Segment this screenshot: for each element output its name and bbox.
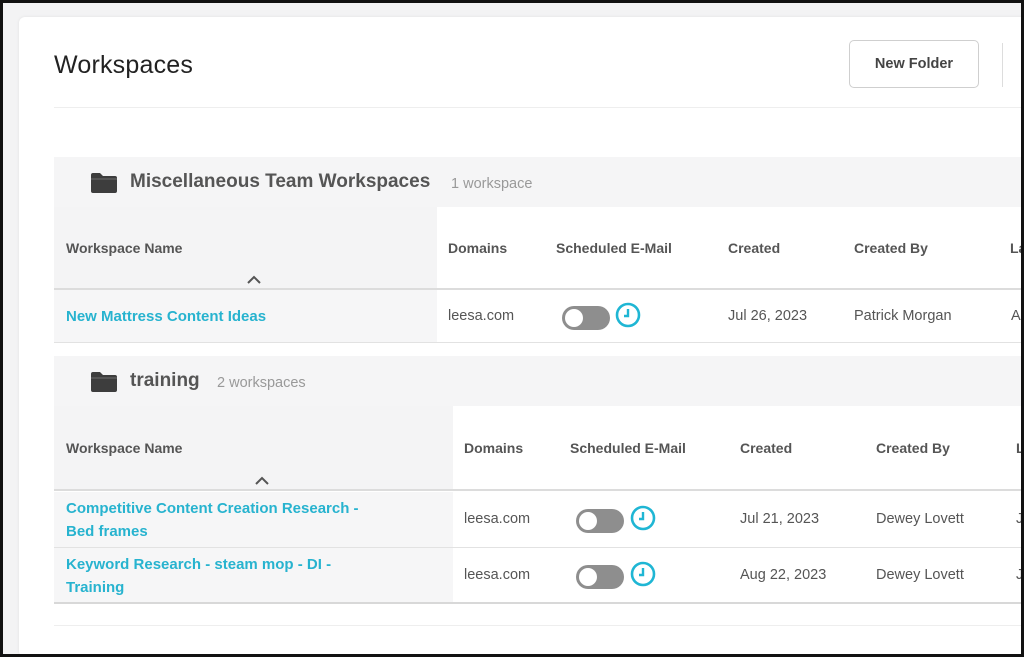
schedule-clock-icon[interactable]	[630, 505, 656, 531]
sort-ascending-icon[interactable]	[255, 476, 269, 485]
workspace-link-line2[interactable]: Training	[66, 579, 124, 596]
col-created-by[interactable]: Created By	[854, 240, 928, 256]
created-by-cell: Patrick Morgan	[854, 308, 952, 324]
domain-cell: leesa.com	[464, 567, 531, 583]
col-scheduled-email[interactable]: Scheduled E-Mail	[556, 240, 672, 256]
created-date-cell: Jul 26, 2023	[728, 308, 808, 324]
table-row: Keyword Research - steam mop - DI - Train…	[54, 548, 1021, 604]
workspace-link-line2[interactable]: Bed frames	[66, 523, 148, 540]
col-domains[interactable]: Domains	[448, 240, 507, 256]
folder-miscellaneous-team-workspaces: Miscellaneous Team Workspaces 1 workspac…	[54, 157, 1021, 344]
folder-count: 1 workspace	[451, 176, 533, 192]
folder-header[interactable]: Miscellaneous Team Workspaces 1 workspac…	[54, 157, 1021, 207]
new-folder-button[interactable]: New Folder	[849, 40, 979, 88]
sort-ascending-icon[interactable]	[247, 275, 261, 284]
folder-name: training	[130, 370, 200, 391]
created-by-cell: Dewey Lovett	[876, 511, 964, 527]
workspace-link[interactable]: Keyword Research - steam mop - DI - Train…	[66, 553, 331, 599]
domain-cell: leesa.com	[464, 511, 531, 527]
toolbar-divider	[1002, 43, 1003, 87]
page-title: Workspaces	[54, 51, 194, 79]
table-row: Competitive Content Creation Research - B…	[54, 492, 1021, 548]
col-scheduled-email[interactable]: Scheduled E-Mail	[570, 440, 686, 456]
schedule-clock-icon[interactable]	[615, 302, 641, 328]
folder-icon	[91, 173, 117, 193]
scheduled-email-toggle[interactable]	[576, 509, 624, 533]
truncated-cell: A	[1011, 308, 1021, 324]
workspace-link-line1[interactable]: Keyword Research - steam mop - DI -	[66, 556, 331, 573]
workspace-link[interactable]: Competitive Content Creation Research - B…	[66, 497, 359, 543]
scheduled-email-toggle[interactable]	[576, 565, 624, 589]
domain-cell: leesa.com	[448, 308, 515, 324]
created-date-cell: Aug 22, 2023	[740, 567, 827, 583]
toggle-knob	[579, 568, 597, 586]
col-domains[interactable]: Domains	[464, 440, 523, 456]
col-truncated[interactable]: L	[1016, 440, 1021, 456]
col-created[interactable]: Created	[728, 240, 780, 256]
folder-name: Miscellaneous Team Workspaces	[130, 171, 431, 192]
footer-divider	[54, 625, 1021, 626]
col-workspace-name[interactable]: Workspace Name	[66, 440, 182, 456]
folder-count: 2 workspaces	[217, 375, 306, 391]
col-created[interactable]: Created	[740, 440, 792, 456]
folder-header[interactable]: training 2 workspaces	[54, 356, 1021, 406]
col-truncated[interactable]: La	[1010, 240, 1021, 256]
toggle-knob	[565, 309, 583, 327]
col-workspace-name[interactable]: Workspace Name	[66, 240, 182, 256]
created-date-cell: Jul 21, 2023	[740, 511, 820, 527]
table-header: Workspace Name Domains Scheduled E-Mail …	[54, 207, 1021, 290]
col-created-by[interactable]: Created By	[876, 440, 950, 456]
workspace-link-line1[interactable]: Competitive Content Creation Research -	[66, 500, 359, 517]
folder-icon	[91, 372, 117, 392]
created-by-cell: Dewey Lovett	[876, 567, 964, 583]
truncated-cell: J	[1016, 567, 1021, 583]
workspace-link[interactable]: New Mattress Content Ideas	[66, 305, 266, 328]
table-row: New Mattress Content Ideas leesa.com Jul…	[54, 290, 1021, 343]
app-frame: Workspaces New Folder Miscellaneous Team…	[3, 3, 1021, 654]
header-divider	[54, 107, 1021, 108]
scheduled-email-toggle[interactable]	[562, 306, 610, 330]
table-header: Workspace Name Domains Scheduled E-Mail …	[54, 406, 1021, 491]
schedule-clock-icon[interactable]	[630, 561, 656, 587]
toggle-knob	[579, 512, 597, 530]
truncated-cell: J	[1016, 511, 1021, 527]
folder-training: training 2 workspaces Workspace Name Dom…	[54, 356, 1021, 604]
